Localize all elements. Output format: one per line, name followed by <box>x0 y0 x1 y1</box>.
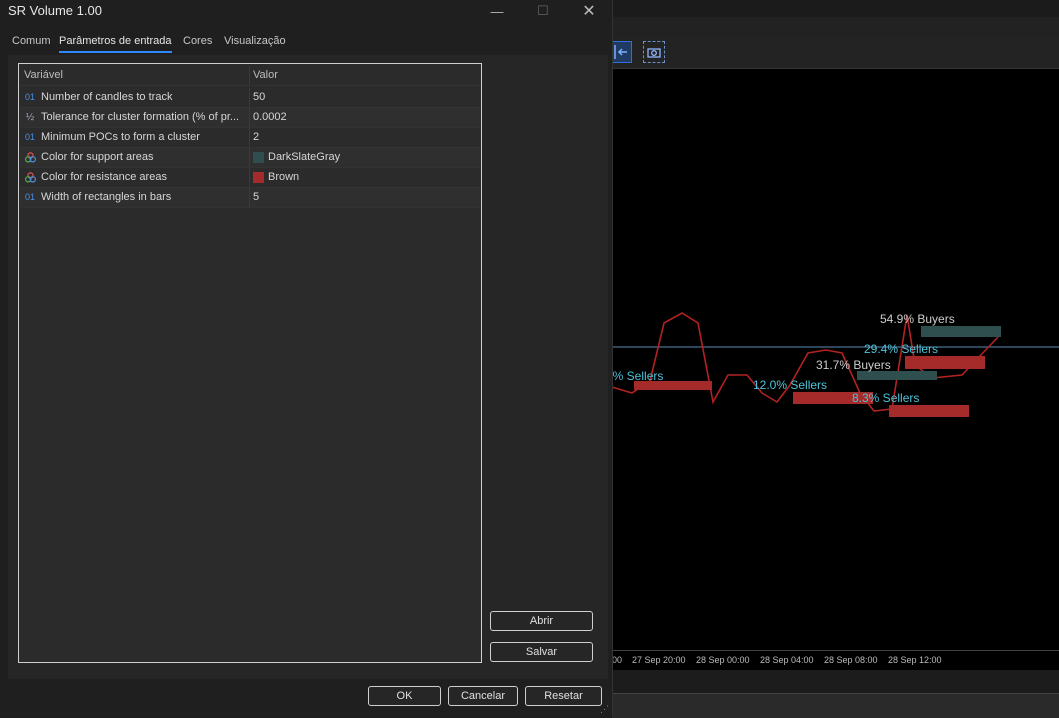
annotation-label: 29.4% Sellers <box>864 342 938 356</box>
time-tick: 27 Sep 20:00 <box>632 655 686 665</box>
chart-toolbar <box>612 37 1059 69</box>
support-rect <box>857 371 937 380</box>
fraction-icon: ½ <box>25 112 35 123</box>
resistance-rect <box>905 356 985 369</box>
time-tick: 28 Sep 08:00 <box>824 655 878 665</box>
row-name: Width of rectangles in bars <box>41 191 172 203</box>
time-tick: 28 Sep 12:00 <box>888 655 942 665</box>
platform-top-strip <box>612 0 1059 17</box>
tab-visualizacao[interactable]: Visualização <box>224 35 286 47</box>
cancel-button[interactable]: Cancelar <box>448 686 518 706</box>
title-bar: SR Volume 1.00 — ☐ ✕ <box>0 0 612 22</box>
column-header-variable: Variável <box>24 69 63 81</box>
table-row[interactable]: 01 Minimum POCs to form a cluster 2 <box>20 128 480 148</box>
table-row[interactable]: Color for support areas DarkSlateGray <box>20 148 480 168</box>
annotation-label: 12.0% Sellers <box>753 378 827 392</box>
resize-grip-icon[interactable]: ⋰ <box>600 704 610 714</box>
maximize-icon[interactable]: ☐ <box>520 0 566 22</box>
row-value[interactable]: Brown <box>253 168 479 187</box>
parameters-table: Variável Valor 01 Number of candles to tr… <box>18 63 482 663</box>
tab-comum[interactable]: Comum <box>12 35 51 47</box>
tab-cores[interactable]: Cores <box>183 35 212 47</box>
annotation-label: 2% Sellers <box>612 369 663 383</box>
color-icon <box>24 148 36 167</box>
price-chart[interactable]: 54.9% Buyers 29.4% Sellers 31.7% Buyers … <box>612 69 1059 650</box>
chart-shift-icon[interactable] <box>610 41 632 63</box>
ok-button[interactable]: OK <box>368 686 441 706</box>
screenshot-icon[interactable] <box>643 41 665 63</box>
integer-icon: 01 <box>24 192 35 202</box>
close-icon[interactable]: ✕ <box>566 0 612 22</box>
window-title: SR Volume 1.00 <box>8 3 102 18</box>
color-name: Brown <box>268 171 300 183</box>
time-tick: 00 <box>612 655 623 665</box>
time-tick: 28 Sep 00:00 <box>696 655 750 665</box>
integer-icon: 01 <box>24 132 35 142</box>
tab-parametros-de-entrada[interactable]: Parâmetros de entrada <box>59 35 172 53</box>
table-row[interactable]: 01 Width of rectangles in bars 5 <box>20 188 480 208</box>
table-header: Variável Valor <box>20 66 480 86</box>
color-icon <box>24 168 36 187</box>
table-row[interactable]: ½ Tolerance for cluster formation (% of p… <box>20 108 480 128</box>
minimize-icon[interactable]: — <box>474 0 520 22</box>
row-value[interactable]: 2 <box>253 128 479 147</box>
time-axis: 00 27 Sep 20:00 28 Sep 00:00 28 Sep 04:0… <box>612 650 1059 671</box>
chart-canvas: 54.9% Buyers 29.4% Sellers 31.7% Buyers … <box>612 312 1059 417</box>
row-value[interactable]: 5 <box>253 188 479 207</box>
properties-dialog: SR Volume 1.00 — ☐ ✕ Comum Parâmetros de… <box>0 0 612 717</box>
row-name: Color for resistance areas <box>41 171 167 183</box>
row-name: Number of candles to track <box>41 91 173 103</box>
color-name: DarkSlateGray <box>268 151 341 163</box>
color-swatch <box>253 172 264 183</box>
annotation-label: 54.9% Buyers <box>880 312 955 326</box>
row-value[interactable]: 50 <box>253 88 479 107</box>
reset-button[interactable]: Resetar <box>525 686 602 706</box>
integer-icon: 01 <box>24 92 35 102</box>
row-name: Minimum POCs to form a cluster <box>41 131 200 143</box>
row-name: Tolerance for cluster formation (% of pr… <box>41 111 240 123</box>
row-value[interactable]: DarkSlateGray <box>253 148 479 167</box>
color-swatch <box>253 152 264 163</box>
column-header-value: Valor <box>253 69 278 81</box>
row-name: Color for support areas <box>41 151 154 163</box>
row-value[interactable]: 0.0002 <box>253 108 479 127</box>
table-row[interactable]: Color for resistance areas Brown <box>20 168 480 188</box>
annotation-label: 31.7% Buyers <box>816 358 891 372</box>
time-tick: 28 Sep 04:00 <box>760 655 814 665</box>
platform-menu-bar <box>612 17 1059 37</box>
tab-bar: Comum Parâmetros de entrada Cores Visual… <box>0 30 612 53</box>
open-button[interactable]: Abrir <box>490 611 593 631</box>
annotation-label: 8.3% Sellers <box>852 391 919 405</box>
support-rect <box>921 326 1001 337</box>
resistance-rect <box>889 405 969 417</box>
platform-bottom-tabs <box>612 693 1059 718</box>
save-button[interactable]: Salvar <box>490 642 593 662</box>
table-row[interactable]: 01 Number of candles to track 50 <box>20 88 480 108</box>
